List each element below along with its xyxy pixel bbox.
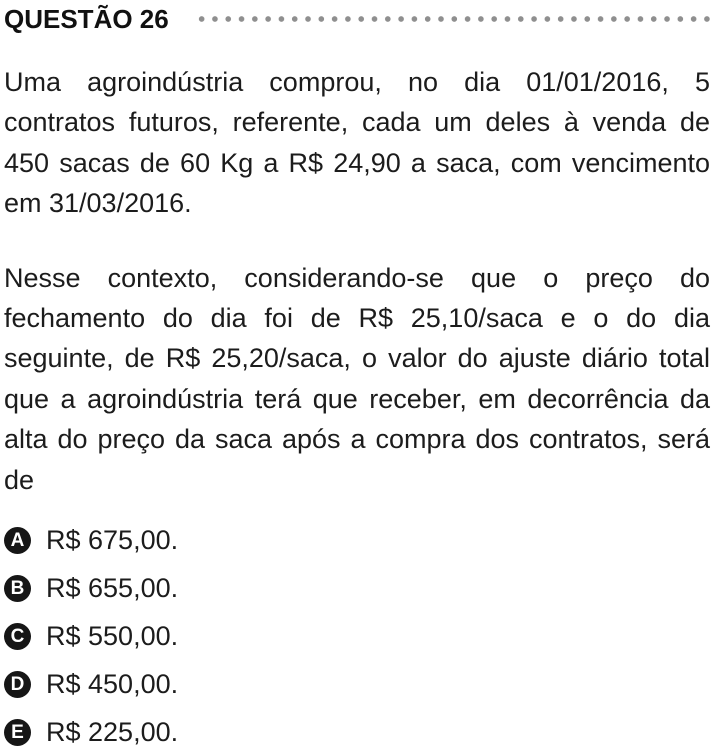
option-a-text: R$ 675,00.	[46, 524, 179, 555]
option-e-letter-badge: E	[4, 718, 31, 746]
question-title: QUESTÃO 26	[4, 3, 169, 34]
option-a-letter-badge: A	[4, 526, 31, 554]
option-c-letter-badge: C	[4, 622, 31, 650]
option-b-letter-badge: B	[4, 574, 31, 602]
question-header: QUESTÃO 26	[4, 2, 712, 36]
option-b[interactable]: B R$ 655,00.	[4, 564, 710, 612]
option-b-text: R$ 655,00.	[46, 572, 179, 603]
option-c-text: R$ 550,00.	[46, 620, 179, 651]
option-c[interactable]: C R$ 550,00.	[4, 612, 710, 660]
option-d-letter-badge: D	[4, 670, 31, 698]
statement-paragraph-2: Nesse contexto, considerando-se que o pr…	[4, 262, 710, 495]
statement-paragraph-1: Uma agroindústria comprou, no dia 01/01/…	[4, 67, 710, 219]
option-a[interactable]: A R$ 675,00.	[4, 516, 710, 564]
option-e[interactable]: E R$ 225,00.	[4, 708, 710, 756]
question-statement: Uma agroindústria comprou, no dia 01/01/…	[4, 62, 710, 500]
option-d-text: R$ 450,00.	[46, 668, 179, 699]
option-d[interactable]: D R$ 450,00.	[4, 660, 710, 708]
answer-options: A R$ 675,00. B R$ 655,00. C R$ 550,00. D…	[4, 516, 710, 756]
option-e-text: R$ 225,00.	[46, 716, 179, 747]
dotted-divider	[194, 15, 710, 23]
